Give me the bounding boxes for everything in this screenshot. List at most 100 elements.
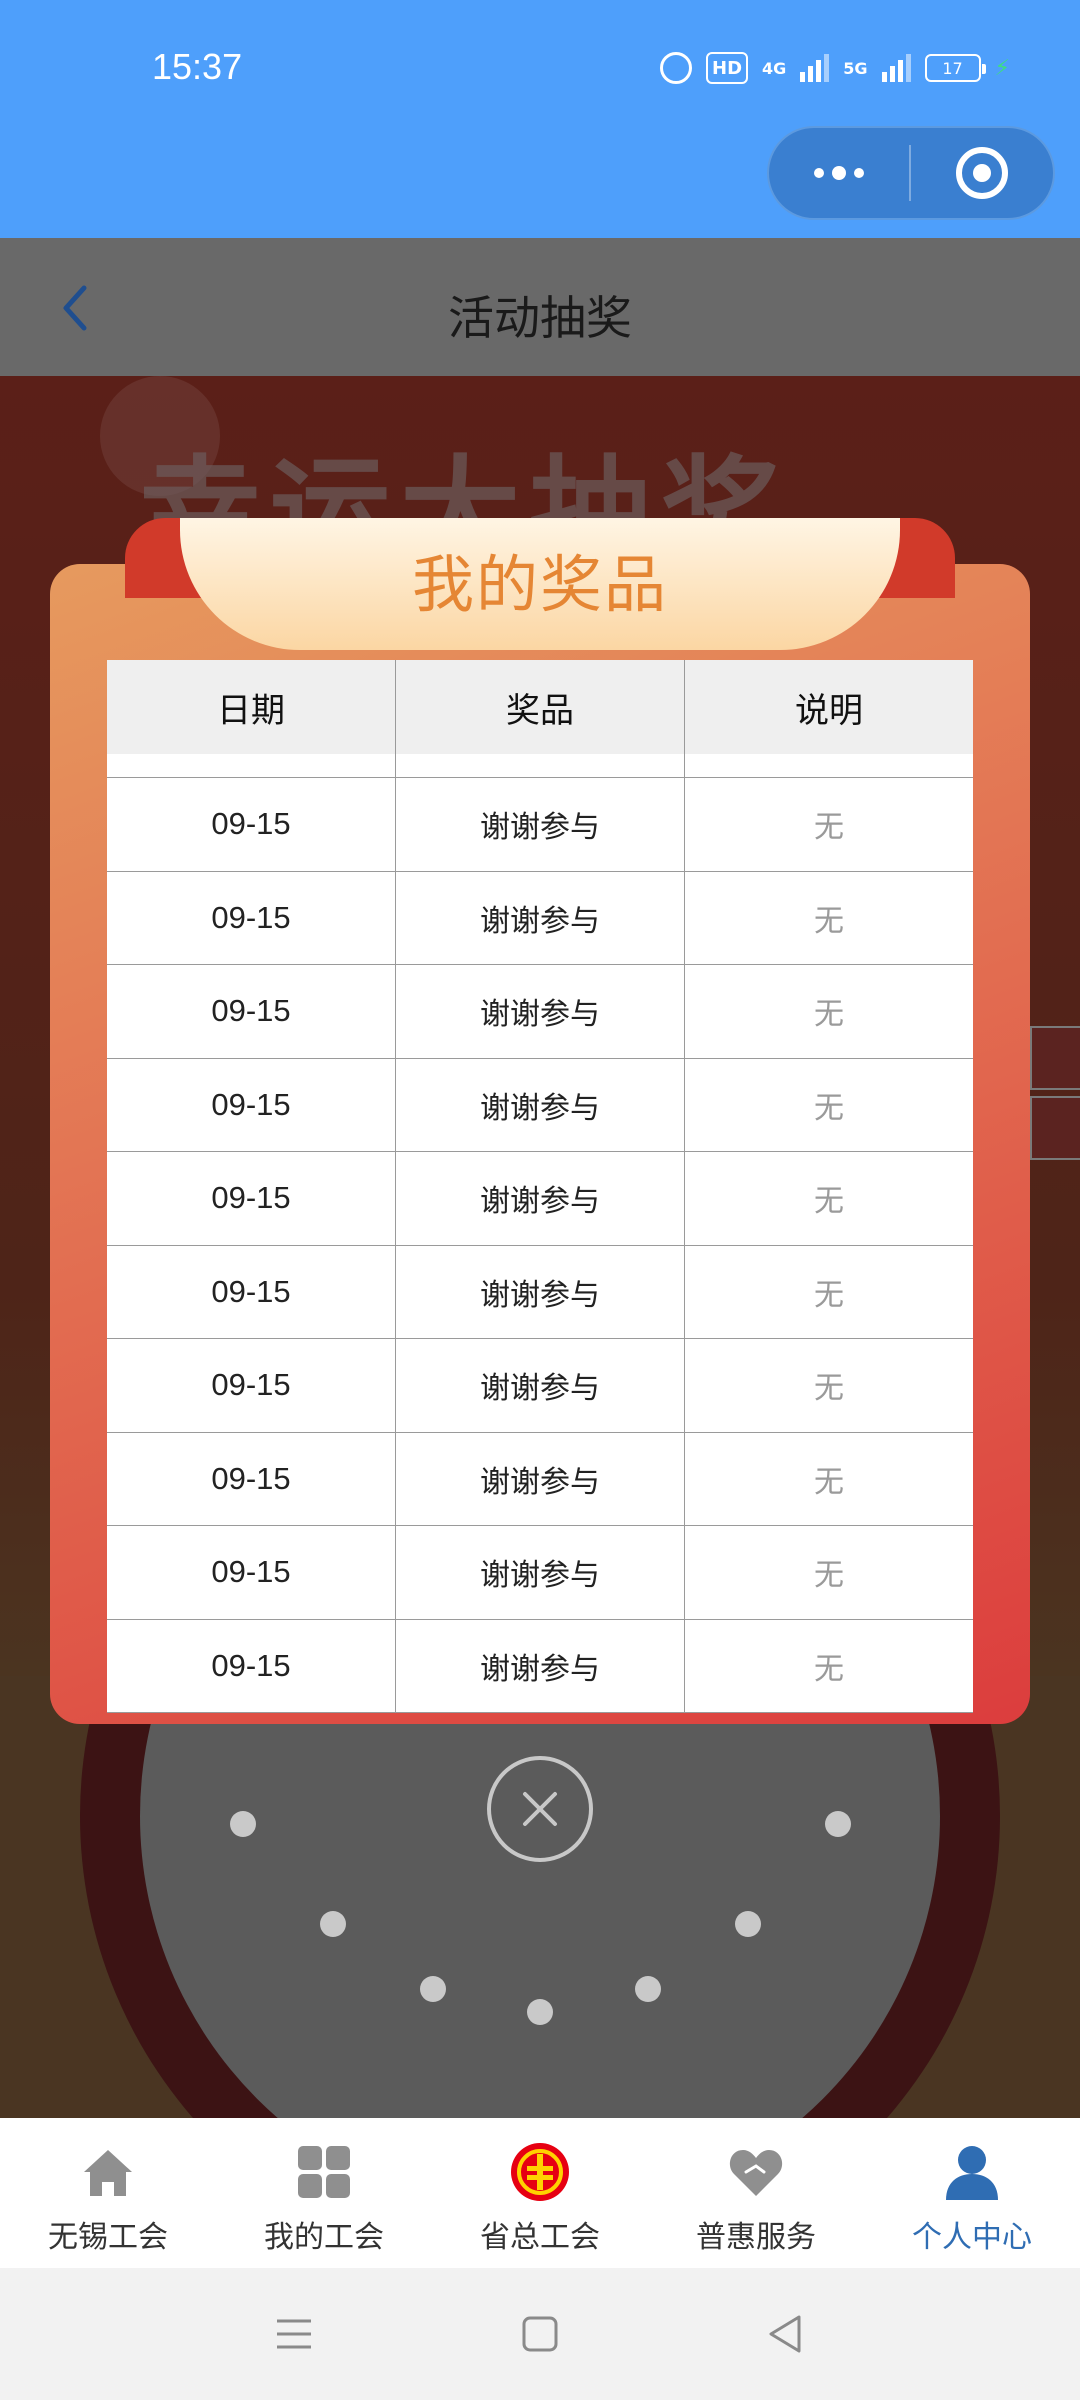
wheel-light — [420, 1976, 446, 2002]
tab-personal-center[interactable]: 个人中心 — [864, 2118, 1080, 2268]
wheel-light — [527, 1999, 553, 2025]
person-icon — [942, 2142, 1002, 2202]
tab-label: 省总工会 — [480, 2220, 600, 2255]
tab-my-union[interactable]: 我的工会 — [216, 2118, 432, 2268]
menu-icon — [277, 2319, 311, 2349]
row-prize: 谢谢参与 — [396, 1245, 685, 1338]
row-prize: 谢谢参与 — [396, 778, 685, 871]
table-row: 09-15 谢谢参与 无 — [107, 1245, 973, 1339]
page-title: 活动抽奖 — [448, 291, 632, 345]
prize-table[interactable]: 日期 奖品 说明 09-15 谢谢参与 无 09-15 谢谢参与 无 09-15… — [107, 660, 973, 1713]
close-modal-button[interactable] — [487, 1756, 593, 1862]
wheel-light — [635, 1976, 661, 2002]
tab-benefit-services[interactable]: 普惠服务 — [648, 2118, 864, 2268]
tab-label: 无锡工会 — [48, 2220, 168, 2255]
dot-icon — [814, 168, 824, 178]
table-row: 09-15 谢谢参与 无 — [107, 1058, 973, 1152]
side-tab — [1030, 1026, 1080, 1090]
row-date: 09-15 — [107, 1245, 396, 1338]
network-4g-icon: 4G — [762, 58, 787, 78]
table-row: 09-15 谢谢参与 无 — [107, 1619, 973, 1713]
row-note: 无 — [814, 810, 844, 846]
table-row: 09-15 谢谢参与 无 — [107, 871, 973, 965]
row-date: 09-15 — [107, 778, 396, 871]
row-date: 09-15 — [107, 1432, 396, 1525]
status-bar: 15:37 HD 4G 5G 17 ⚡ — [0, 0, 1080, 238]
dot-icon — [832, 166, 846, 180]
network-5g-icon: 5G — [843, 58, 868, 78]
column-header-note: 说明 — [795, 690, 863, 731]
row-note: 无 — [814, 1184, 844, 1220]
triangle-back-icon — [769, 2315, 801, 2353]
column-header-prize: 奖品 — [396, 660, 685, 754]
row-note: 无 — [814, 1464, 844, 1500]
row-prize: 谢谢参与 — [396, 1058, 685, 1151]
table-row: 09-15 谢谢参与 无 — [107, 965, 973, 1059]
recents-button[interactable] — [271, 2311, 317, 2357]
charging-icon: ⚡ — [994, 55, 1010, 81]
navigation-bar: 活动抽奖 — [0, 238, 1080, 376]
tab-label: 普惠服务 — [696, 2220, 816, 2255]
row-note: 无 — [814, 1277, 844, 1313]
exit-miniprogram-button[interactable] — [911, 128, 1053, 218]
row-prize: 谢谢参与 — [396, 1152, 685, 1245]
row-date: 09-15 — [107, 965, 396, 1058]
row-note: 无 — [814, 1651, 844, 1687]
table-row: 09-15 谢谢参与 无 — [107, 1339, 973, 1433]
row-note: 无 — [814, 1090, 844, 1126]
table-row: 09-15 谢谢参与 无 — [107, 778, 973, 872]
bottom-tab-bar: 无锡工会 我的工会 省总工会 普惠服务 个人中心 — [0, 2118, 1080, 2268]
wheel-light — [825, 1811, 851, 1837]
wheel-light — [230, 1811, 256, 1837]
row-date: 09-15 — [107, 1152, 396, 1245]
close-icon — [523, 1792, 557, 1826]
heart-icon — [726, 2142, 786, 2202]
row-date: 09-15 — [107, 871, 396, 964]
table-header: 日期 奖品 说明 — [107, 660, 973, 754]
battery-level: 17 — [942, 58, 963, 78]
table-row: 09-15 谢谢参与 无 — [107, 1432, 973, 1526]
system-navigation-bar — [0, 2268, 1080, 2400]
tab-label: 个人中心 — [912, 2220, 1032, 2255]
signal-bars-icon — [800, 54, 830, 82]
row-prize: 谢谢参与 — [396, 1339, 685, 1432]
row-date: 09-15 — [107, 1339, 396, 1432]
table-row: 09-15 谢谢参与 无 — [107, 1526, 973, 1620]
wheel-light — [320, 1911, 346, 1937]
miniprogram-capsule — [767, 126, 1055, 220]
alarm-icon — [660, 52, 692, 84]
row-date: 09-15 — [107, 1619, 396, 1712]
row-date: 09-15 — [107, 1058, 396, 1151]
row-prize: 谢谢参与 — [396, 1619, 685, 1712]
row-prize: 谢谢参与 — [396, 965, 685, 1058]
signal-bars-icon — [881, 54, 911, 82]
wheel-light — [735, 1911, 761, 1937]
back-system-button[interactable] — [763, 2311, 809, 2357]
side-tab — [1030, 1096, 1080, 1160]
row-note: 无 — [814, 997, 844, 1033]
home-icon — [78, 2142, 138, 2202]
column-header-date: 日期 — [107, 660, 396, 754]
tab-label: 我的工会 — [264, 2220, 384, 2255]
row-prize: 谢谢参与 — [396, 1432, 685, 1525]
modal-title: 我的奖品 — [411, 548, 668, 621]
tab-provincial-union[interactable]: 省总工会 — [432, 2118, 648, 2268]
table-row: 09-15 谢谢参与 无 — [107, 1152, 973, 1246]
dot-icon — [854, 168, 864, 178]
battery-icon: 17 — [924, 54, 986, 82]
target-icon — [956, 147, 1008, 199]
row-date: 09-15 — [107, 1526, 396, 1619]
row-prize: 谢谢参与 — [396, 871, 685, 964]
home-button[interactable] — [517, 2311, 563, 2357]
status-time: 15:37 — [152, 46, 243, 87]
more-menu-button[interactable] — [769, 128, 909, 218]
status-icons: HD 4G 5G 17 ⚡ — [660, 52, 1010, 84]
grid-icon — [294, 2142, 354, 2202]
union-logo-icon — [510, 2142, 570, 2202]
row-note: 无 — [814, 1371, 844, 1407]
row-note: 无 — [814, 1558, 844, 1594]
row-note: 无 — [814, 903, 844, 939]
hd-icon: HD — [706, 52, 749, 84]
tab-wuxi-union[interactable]: 无锡工会 — [0, 2118, 216, 2268]
row-prize: 谢谢参与 — [396, 1526, 685, 1619]
